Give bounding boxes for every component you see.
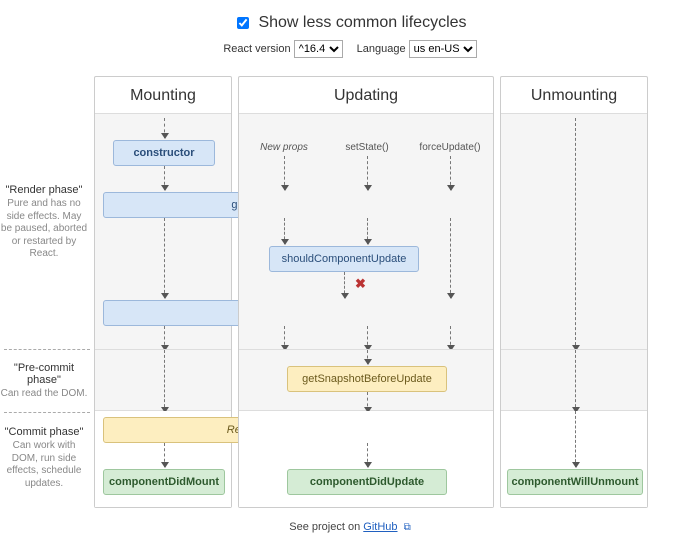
phase-precommit-title: "Pre-commit phase": [0, 362, 88, 386]
label-new-props: New props: [249, 142, 319, 153]
column-updating: Updating New props setState() forceUpdat…: [238, 76, 494, 508]
arrow-mount-6: [164, 443, 165, 467]
arrow-upd-7: [367, 443, 368, 467]
phase-commit-title: "Commit phase": [0, 426, 88, 438]
arrow-upd-4c: [450, 326, 451, 350]
phase-commit: "Commit phase" Can work with DOM, run si…: [0, 426, 88, 490]
arrow-upd-4b: [367, 326, 368, 350]
arrow-unm-2: [575, 350, 576, 412]
label-set-state: setState(): [337, 142, 397, 153]
arrow-upd-ss: [367, 156, 368, 190]
arrow-upd-np: [284, 156, 285, 190]
phase-sep-1: [4, 349, 90, 350]
arrow-mount-2: [164, 166, 165, 190]
arrow-upd-2b: [367, 218, 368, 244]
arrow-upd-fu: [450, 156, 451, 190]
external-link-icon: ⧉: [404, 522, 411, 533]
zone-update-commit: componentDidUpdate: [239, 411, 493, 507]
footer: See project on GitHub ⧉: [0, 521, 700, 533]
arrow-mount-4: [164, 326, 165, 350]
arrow-upd-2a: [284, 218, 285, 244]
phase-column: "Render phase" Pure and has no side effe…: [0, 76, 94, 508]
react-version-selector: React version ^16.4: [223, 40, 342, 58]
zone-update-precommit: getSnapshotBeforeUpdate: [239, 349, 493, 411]
x-icon: ✖: [355, 276, 366, 292]
column-mounting-title: Mounting: [95, 77, 231, 113]
show-less-common-label: Show less common lifecycles: [258, 14, 466, 32]
show-less-common-checkbox[interactable]: [237, 17, 249, 29]
zone-mount-commit: React updates DOM and refs componentDidM…: [95, 411, 231, 507]
header: Show less common lifecycles React versio…: [0, 0, 700, 58]
arrow-upd-6: [367, 392, 368, 412]
phase-render-title: "Render phase": [0, 184, 88, 196]
zone-mount-render: constructor getDerivedStateFromProps ren…: [95, 113, 231, 349]
box-cdu[interactable]: componentDidUpdate: [287, 469, 447, 495]
box-cdm[interactable]: componentDidMount: [103, 469, 225, 495]
column-unmounting: Unmounting componentWillUnmount: [500, 76, 648, 508]
box-cwu[interactable]: componentWillUnmount: [507, 469, 643, 495]
column-mounting: Mounting constructor getDerivedStateFrom…: [94, 76, 232, 508]
phase-commit-desc: Can work with DOM, run side effects, sch…: [0, 440, 88, 490]
arrow-unm-3: [575, 411, 576, 467]
phase-render: "Render phase" Pure and has no side effe…: [0, 184, 88, 261]
phase-precommit: "Pre-commit phase" Can read the DOM.: [0, 362, 88, 401]
phase-precommit-desc: Can read the DOM.: [0, 388, 88, 401]
page-root: Show less common lifecycles React versio…: [0, 0, 700, 537]
footer-github-link[interactable]: GitHub: [363, 521, 397, 533]
arrow-upd-2c: [450, 218, 451, 298]
box-constructor[interactable]: constructor: [113, 140, 215, 166]
phase-render-desc: Pure and has no side effects. May be pau…: [0, 198, 88, 261]
footer-text: See project on: [289, 521, 363, 533]
zone-mount-precommit: [95, 349, 231, 411]
zone-unmount-precommit: [501, 349, 647, 411]
arrow-mount-1: [164, 118, 165, 138]
language-select[interactable]: us en-US: [409, 40, 477, 58]
label-force-update: forceUpdate(): [413, 142, 487, 153]
arrow-upd-3: [344, 272, 345, 298]
header-selectors: React version ^16.4 Language us en-US: [0, 40, 700, 58]
column-updating-title: Updating: [239, 77, 493, 113]
phase-sep-2: [4, 412, 90, 413]
arrow-upd-4a: [284, 326, 285, 350]
zone-update-render: New props setState() forceUpdate() shoul…: [239, 113, 493, 349]
column-unmounting-title: Unmounting: [501, 77, 647, 113]
zone-unmount-render: [501, 113, 647, 349]
box-scu[interactable]: shouldComponentUpdate: [269, 246, 419, 272]
box-gsbu[interactable]: getSnapshotBeforeUpdate: [287, 366, 447, 392]
arrow-mount-5: [164, 350, 165, 412]
arrow-upd-5: [367, 350, 368, 364]
zone-unmount-commit: componentWillUnmount: [501, 411, 647, 507]
react-version-label: React version: [223, 43, 290, 55]
diagram-grid: "Render phase" Pure and has no side effe…: [0, 76, 654, 508]
language-selector: Language us en-US: [357, 40, 477, 58]
toggle-row: Show less common lifecycles: [0, 14, 700, 32]
arrow-unm-1: [575, 118, 576, 350]
language-label: Language: [357, 43, 406, 55]
react-version-select[interactable]: ^16.4: [294, 40, 343, 58]
arrow-mount-3: [164, 218, 165, 298]
